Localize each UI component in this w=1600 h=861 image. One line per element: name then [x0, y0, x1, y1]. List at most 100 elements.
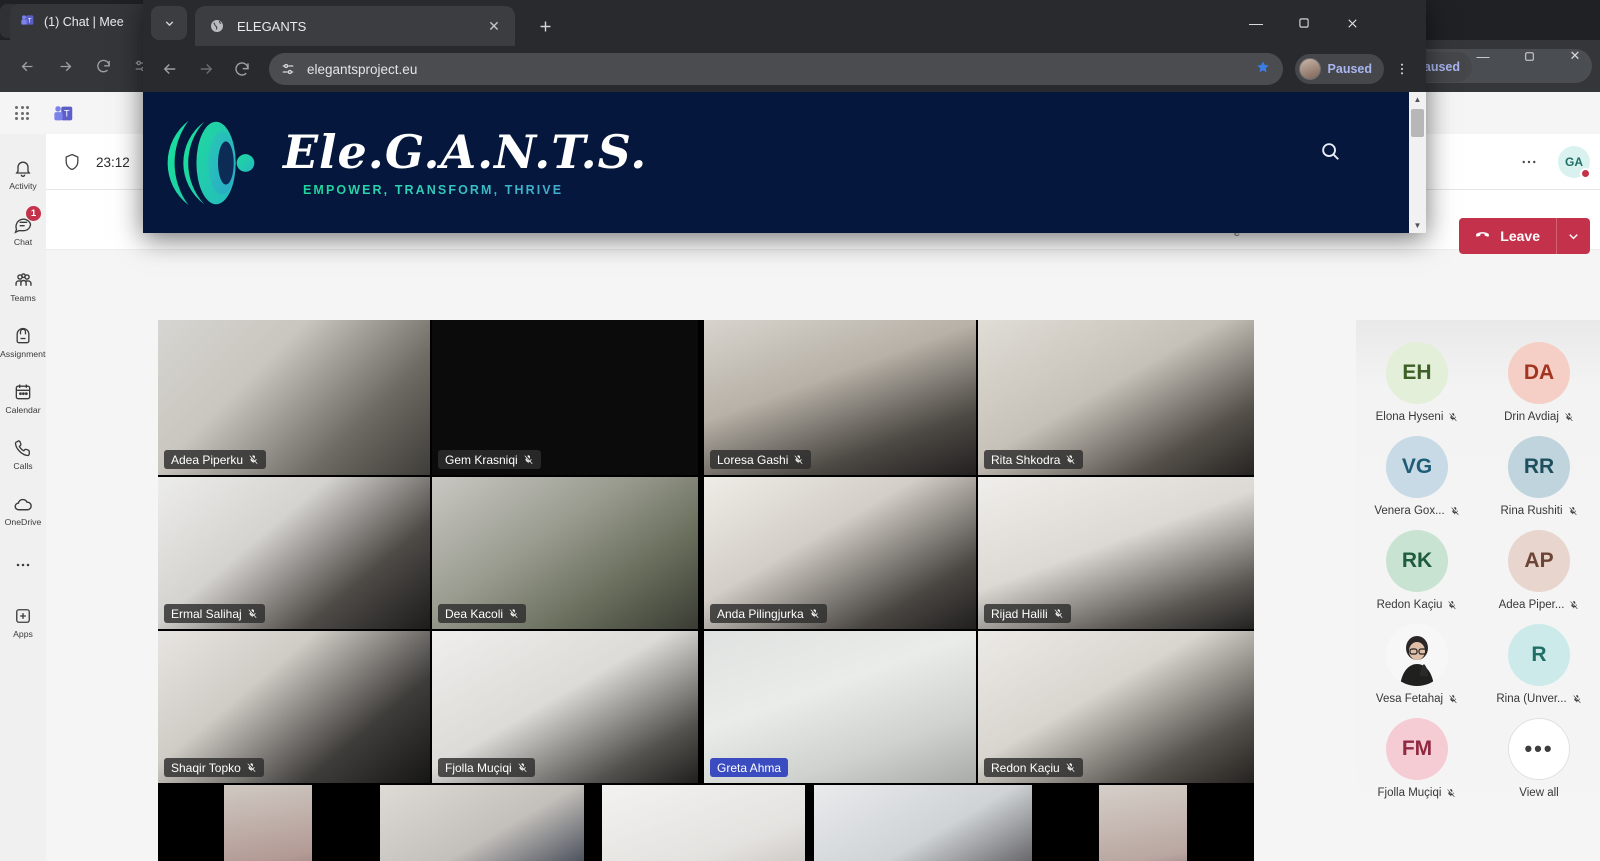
hangup-icon [1473, 225, 1492, 247]
participant-name-pill: Redon Kaçiu [984, 758, 1083, 777]
mic-muted-icon [1446, 787, 1456, 799]
video-tile[interactable]: Venera Goxhufi [602, 785, 805, 861]
page-scrollbar[interactable]: ▲ ▼ [1409, 92, 1426, 233]
more-icon: ••• [1508, 718, 1570, 780]
site-settings-icon[interactable] [279, 60, 297, 78]
sidebar-item-chat[interactable]: 1 Chat [0, 202, 46, 258]
browser-close-button[interactable] [1328, 0, 1376, 46]
video-tile[interactable]: Dea Kacoli [432, 477, 698, 629]
browser-profile-pill[interactable]: Paused [1294, 54, 1384, 84]
star-filled-icon[interactable] [1253, 59, 1273, 79]
participant-name-pill: Rijad Halili [984, 604, 1071, 623]
video-tile[interactable]: Adea Piperku [158, 320, 430, 475]
participant-name-row: Drin Avdiaj [1504, 411, 1574, 423]
sidebar-item-calendar[interactable]: Calendar [0, 370, 46, 426]
cloud-icon [12, 494, 34, 515]
video-tile[interactable]: Gem Krasniqi [432, 320, 698, 475]
tab-search-chevron-down-icon[interactable] [151, 6, 187, 40]
app-launcher-icon[interactable] [0, 92, 44, 134]
browser-tabstrip: ELEGANTS ✕ — [143, 0, 1426, 46]
site-header: Ele.G.A.N.T.S. EMPOWER, TRANSFORM, THRIV… [143, 92, 1409, 233]
video-tile[interactable]: Loresa Gashi [704, 320, 976, 475]
participant-name-row: Redon Kaçiu [1377, 599, 1458, 611]
search-icon[interactable] [1319, 140, 1343, 164]
sidebar-item-more[interactable] [0, 538, 46, 594]
profile-avatar [1298, 58, 1321, 80]
video-tile[interactable]: Anda Pilingjurka [704, 477, 976, 629]
video-tile[interactable]: Greta Ahma [704, 631, 976, 783]
sidebar-label-teams: Teams [10, 292, 36, 303]
browser-maximize-button[interactable] [1280, 0, 1328, 46]
sidebar-item-apps[interactable]: Apps [0, 594, 46, 650]
video-grid-row: Shaqir Topko Fjolla Muçiqi Greta Ahma Redon… [158, 631, 1254, 783]
participant-name: View all [1519, 787, 1559, 799]
avatar: FM [1386, 718, 1448, 780]
participants-panel: EH Elona Hyseni DA Drin Avdiaj VG Venera Gox.… [1356, 320, 1600, 861]
bg-maximize-button[interactable] [1506, 40, 1552, 72]
video-tile[interactable]: Vesa Fetahaj [814, 785, 1032, 861]
participant-cell[interactable]: EH Elona Hyseni [1356, 342, 1478, 423]
bg-forward-icon[interactable] [46, 47, 84, 85]
avatar-initials: DA [1523, 361, 1555, 384]
sidebar-item-teams[interactable]: Teams [0, 258, 46, 314]
participant-cell[interactable]: AP Adea Piper... [1478, 530, 1600, 611]
plus-icon[interactable] [531, 12, 559, 40]
scroll-down-arrow-icon[interactable]: ▼ [1409, 218, 1426, 233]
participant-cell[interactable]: FM Fjolla Muçiqi [1356, 718, 1478, 799]
address-bar[interactable]: elegantsproject.eu [269, 53, 1283, 85]
bg-back-icon[interactable] [8, 47, 46, 85]
bg-reload-icon[interactable] [84, 47, 122, 85]
phone-icon [12, 438, 34, 459]
mic-muted-icon [1447, 599, 1457, 611]
video-tile[interactable]: Redon Kaçiu [978, 631, 1254, 783]
participant-name-row: Rina (Unver... [1496, 693, 1581, 705]
participant-cell[interactable]: RK Redon Kaçiu [1356, 530, 1478, 611]
video-tile[interactable]: Rina R... [224, 785, 312, 861]
browser-minimize-button[interactable]: — [1232, 0, 1280, 46]
leave-button[interactable]: Leave [1459, 218, 1556, 254]
leave-button-group: Leave [1459, 218, 1590, 254]
participant-cell[interactable]: R Rina (Unver... [1478, 624, 1600, 705]
sidebar-item-activity[interactable]: Activity [0, 146, 46, 202]
sidebar-item-onedrive[interactable]: OneDrive [0, 482, 46, 538]
scroll-up-arrow-icon[interactable]: ▲ [1409, 92, 1426, 107]
sidebar-label-assignments: Assignments [0, 348, 46, 359]
avatar[interactable]: GA [1558, 146, 1591, 179]
participant-name: Rijad Halili [991, 606, 1048, 621]
participant-cell[interactable]: Vesa Fetahaj [1356, 624, 1478, 705]
video-tile[interactable]: Drin Avdiaj [380, 785, 584, 861]
reload-icon[interactable] [225, 52, 259, 86]
mic-muted-icon [1450, 505, 1460, 517]
video-tile[interactable]: Rita Shkodra [978, 320, 1254, 475]
video-tile[interactable]: Fjolla Muçiqi [432, 631, 698, 783]
participant-cell[interactable]: RR Rina Rushiti [1478, 436, 1600, 517]
avatar-initials: VG [1401, 455, 1433, 478]
meeting-header-right: GA [1512, 134, 1591, 190]
video-tile[interactable]: Shaqir Topko [158, 631, 430, 783]
bg-minimize-button[interactable]: — [1460, 40, 1506, 72]
sidebar-label-activity: Activity [9, 180, 37, 191]
close-icon[interactable]: ✕ [483, 15, 505, 37]
scrollbar-thumb[interactable] [1411, 109, 1424, 137]
leave-dropdown-chevron-down-icon[interactable] [1556, 218, 1590, 254]
participant-cell[interactable]: DA Drin Avdiaj [1478, 342, 1600, 423]
participant-name-pill: Ermal Salihaj [164, 604, 265, 623]
back-icon[interactable] [153, 52, 187, 86]
mic-muted-icon [1448, 693, 1458, 705]
forward-icon[interactable] [189, 52, 223, 86]
participant-cell[interactable]: VG Venera Gox... [1356, 436, 1478, 517]
video-tile[interactable]: Rijad Halili [978, 477, 1254, 629]
sidebar-item-calls[interactable]: Calls [0, 426, 46, 482]
calendar-icon [12, 382, 34, 403]
kebab-menu-icon[interactable] [1388, 53, 1416, 85]
video-tile[interactable]: Rina [1099, 785, 1187, 861]
view-all-participants[interactable]: ••• View all [1478, 718, 1600, 799]
bg-close-button[interactable]: ✕ [1552, 40, 1598, 72]
browser-tab-elegants[interactable]: ELEGANTS ✕ [195, 6, 515, 46]
avatar: EH [1386, 342, 1448, 404]
sidebar-item-assignments[interactable]: Assignments [0, 314, 46, 370]
concentric-arcs-logo-icon [165, 109, 273, 217]
video-tile[interactable]: Ermal Salihaj [158, 477, 430, 629]
site-brand[interactable]: Ele.G.A.N.T.S. EMPOWER, TRANSFORM, THRIV… [165, 109, 647, 217]
meeting-more-icon[interactable] [1512, 147, 1546, 177]
